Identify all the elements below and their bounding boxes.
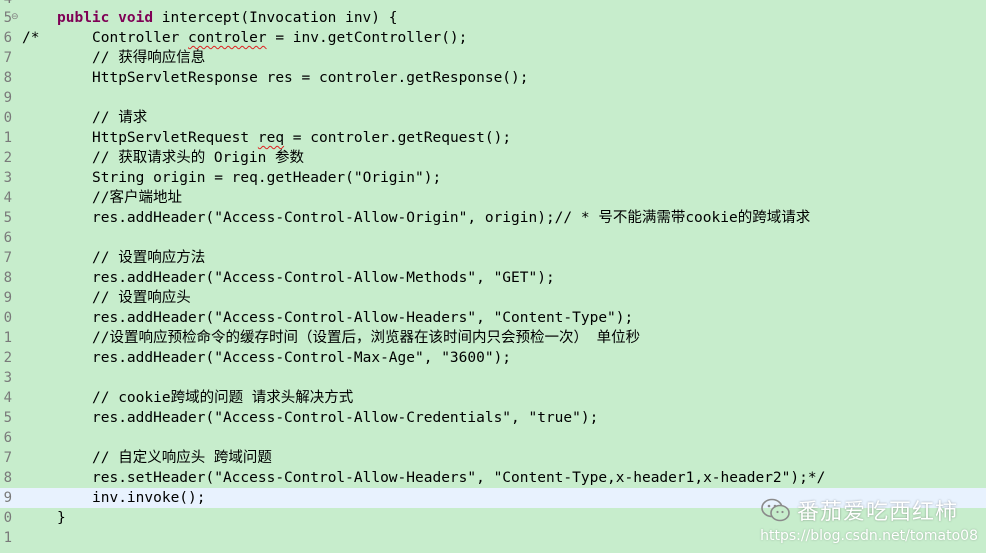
line-number: 2 (3, 350, 12, 366)
line-number: 6 (3, 430, 12, 446)
code-line: 6 (0, 228, 986, 248)
line-number: 3 (3, 170, 12, 186)
code-editor[interactable]: 4 5 ⊖ public void intercept(Invocation i… (0, 0, 986, 553)
watermark-title: 番茄爱吃西红柿 (796, 500, 958, 525)
line-number: 4 (3, 190, 12, 206)
code-line: 5 res.addHeader("Access-Control-Allow-Cr… (0, 408, 986, 428)
code-line: 8 res.setHeader("Access-Control-Allow-He… (0, 468, 986, 488)
code-text: //设置响应预检命令的缓存时间（设置后，浏览器在该时间内只会预检一次） 单位秒 (92, 330, 641, 346)
line-number: 8 (3, 270, 12, 286)
line-number: 1 (3, 330, 12, 346)
code-text: res.setHeader("Access-Control-Allow-Head… (92, 470, 826, 486)
code-text: public void intercept(Invocation inv) { (57, 8, 397, 28)
code-text: res.addHeader("Access-Control-Allow-Cred… (92, 410, 599, 426)
code-text: String origin = req.getHeader("Origin"); (92, 170, 442, 186)
line-number: 2 (3, 150, 12, 166)
line-number: 0 (3, 310, 12, 326)
line-number: 0 (3, 510, 12, 526)
code-text: Controller controler = inv.getController… (92, 28, 467, 48)
code-line: 9 (0, 88, 986, 108)
code-text: res.addHeader("Access-Control-Allow-Meth… (92, 270, 555, 286)
code-line: 5 res.addHeader("Access-Control-Allow-Or… (0, 208, 986, 228)
spelling-error-word: req (257, 130, 285, 146)
code-line: 8 HttpServletResponse res = controler.ge… (0, 68, 986, 88)
code-line: 7 // 设置响应方法 (0, 248, 986, 268)
spelling-error-word: controler (188, 30, 267, 46)
code-text: HttpServletRequest req = controler.getRe… (92, 128, 511, 148)
line-number: 7 (3, 250, 12, 266)
code-line: 7 // 自定义响应头 跨域问题 (0, 448, 986, 468)
code-line: 6 (0, 428, 986, 448)
code-fragment: = inv.getController(); (266, 30, 468, 46)
line-number: 5 (3, 410, 12, 426)
code-text: HttpServletResponse res = controler.getR… (92, 70, 529, 86)
code-fragment: intercept(Invocation inv) { (153, 10, 398, 26)
code-text: // 自定义响应头 跨域问题 (92, 450, 272, 466)
code-text: res.addHeader("Access-Control-Max-Age", … (92, 350, 512, 366)
code-text: // 设置响应方法 (92, 250, 206, 266)
line-number: 8 (3, 70, 12, 86)
line-number: 1 (3, 530, 12, 546)
code-line: 1 HttpServletRequest req = controler.get… (0, 128, 986, 148)
code-line: 2 // 获取请求头的 Origin 参数 (0, 148, 986, 168)
code-line: 4 // cookie跨域的问题 请求头解决方式 (0, 388, 986, 408)
comment-start: /* (22, 30, 40, 46)
watermark: 番茄爱吃西红柿 (761, 494, 958, 526)
code-text: } (57, 510, 66, 526)
line-number: 5 (3, 210, 12, 226)
code-line: 5 ⊖ public void intercept(Invocation inv… (0, 8, 986, 28)
code-fragment: HttpServletRequest (92, 130, 258, 146)
code-line: 0 res.addHeader("Access-Control-Allow-He… (0, 308, 986, 328)
line-number: 7 (3, 50, 12, 66)
code-line: 7 // 获得响应信息 (0, 48, 986, 68)
code-text: // 获取请求头的 Origin 参数 (92, 150, 305, 166)
code-line: 3 String origin = req.getHeader("Origin"… (0, 168, 986, 188)
code-fragment: Controller (92, 30, 189, 46)
code-line: 3 (0, 368, 986, 388)
fold-collapse-icon[interactable]: ⊖ (11, 12, 19, 22)
code-text: // 设置响应头 (92, 290, 191, 306)
line-number: 6 (3, 30, 12, 46)
line-number: 9 (3, 490, 12, 506)
line-number: 9 (3, 290, 12, 306)
code-line: 1 //设置响应预检命令的缓存时间（设置后，浏览器在该时间内只会预检一次） 单位… (0, 328, 986, 348)
line-number: 9 (3, 90, 12, 106)
code-fragment: = controler.getRequest(); (284, 130, 512, 146)
line-number: 6 (3, 230, 12, 246)
code-text: inv.invoke(); (92, 490, 206, 506)
code-line: 0 // 请求 (0, 108, 986, 128)
code-text: // cookie跨域的问题 请求头解决方式 (92, 390, 354, 406)
keyword: void (118, 10, 154, 26)
code-line: 6 /* Controller controler = inv.getContr… (0, 28, 986, 48)
watermark-url: https://blog.csdn.net/tomato08 (760, 528, 978, 544)
code-text: res.addHeader("Access-Control-Allow-Head… (92, 310, 634, 326)
code-text: res.addHeader("Access-Control-Allow-Orig… (92, 210, 811, 226)
code-line: 4 //客户端地址 (0, 188, 986, 208)
line-number: 7 (3, 450, 12, 466)
code-line: 8 res.addHeader("Access-Control-Allow-Me… (0, 268, 986, 288)
line-number: 8 (3, 470, 12, 486)
line-number: 3 (3, 370, 12, 386)
code-text: //客户端地址 (92, 190, 182, 206)
line-number: 4 (3, 390, 12, 406)
code-text: // 请求 (92, 110, 148, 126)
code-text: // 获得响应信息 (92, 50, 206, 66)
line-number: 1 (3, 130, 12, 146)
line-number: 0 (3, 110, 12, 126)
code-line: 9 // 设置响应头 (0, 288, 986, 308)
keyword: public (57, 10, 110, 26)
code-line: 2 res.addHeader("Access-Control-Max-Age"… (0, 348, 986, 368)
wechat-icon (761, 497, 791, 523)
